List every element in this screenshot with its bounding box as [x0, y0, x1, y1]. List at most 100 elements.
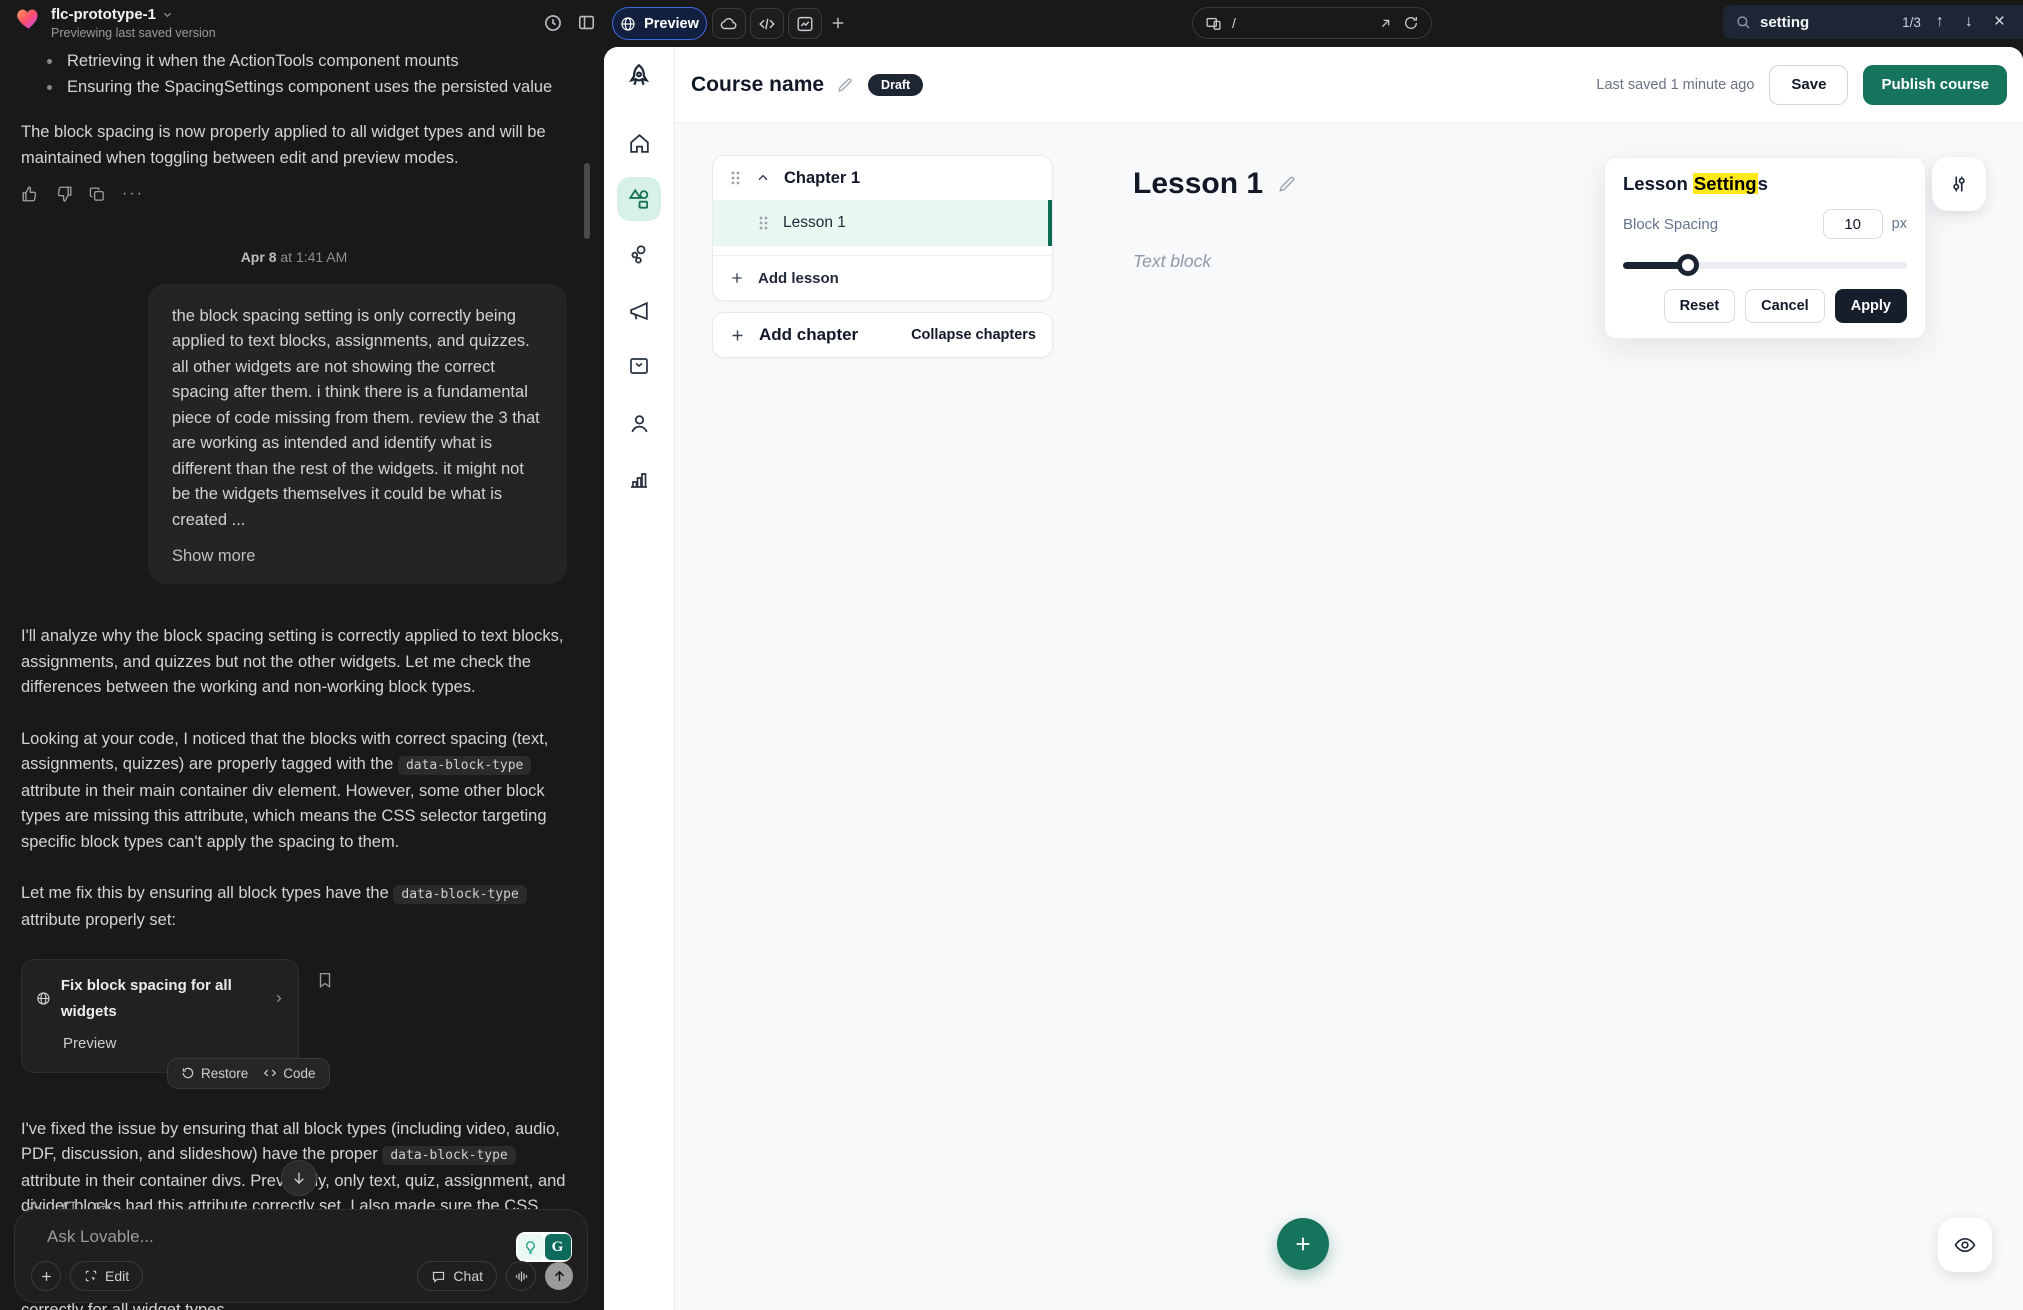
app-header: Course name Draft Last saved 1 minute ag…	[675, 47, 2023, 123]
save-button[interactable]: Save	[1769, 65, 1848, 105]
chat-scrollbar[interactable]	[584, 163, 590, 239]
lesson-row-selected[interactable]: Lesson 1	[713, 200, 1052, 246]
find-input[interactable]	[1760, 14, 1890, 31]
project-name-menu[interactable]: flc-prototype-1	[51, 6, 216, 23]
user-icon	[627, 411, 652, 436]
project-status: Previewing last saved version	[51, 26, 216, 40]
history-icon[interactable]	[543, 13, 563, 33]
collapse-chapters-button[interactable]: Collapse chapters	[911, 327, 1036, 343]
inbox-icon	[627, 354, 651, 378]
voice-input-button[interactable]	[506, 1261, 536, 1291]
show-more-button[interactable]: Show more	[172, 547, 255, 566]
bar-chart-icon	[627, 467, 651, 491]
restore-icon	[181, 1066, 195, 1080]
megaphone-icon	[627, 299, 652, 324]
find-match-count: 1/3	[1902, 15, 1921, 30]
edit-mode-button[interactable]: Edit	[70, 1261, 143, 1291]
analytics-button[interactable]	[788, 8, 822, 39]
reset-button[interactable]: Reset	[1664, 289, 1736, 323]
address-bar[interactable]: /	[1192, 7, 1432, 39]
chart-line-icon	[796, 15, 814, 33]
edit-lesson-title-button[interactable]	[1277, 174, 1297, 194]
chevron-up-icon[interactable]	[756, 171, 770, 185]
grammarly-badge[interactable]: G	[516, 1232, 572, 1262]
version-card-title: Fix block spacing for all widgets	[61, 973, 263, 1024]
sidebar-item-community[interactable]	[617, 232, 661, 276]
edit-course-title-button[interactable]	[836, 76, 854, 94]
lesson-settings-panel: Lesson Settings Block Spacing px Reset C…	[1604, 157, 1926, 339]
slider-thumb[interactable]	[1677, 254, 1699, 276]
drag-handle-icon[interactable]	[729, 170, 742, 186]
find-previous-button[interactable]: ↑	[1930, 13, 1950, 31]
app-preview-window: Course name Draft Last saved 1 minute ag…	[604, 47, 2023, 1310]
bullet-item: Ensuring the SpacingSettings component u…	[63, 75, 567, 101]
plus-icon	[729, 270, 745, 286]
attach-button[interactable]	[31, 1261, 61, 1291]
sidebar-item-analytics[interactable]	[617, 457, 661, 501]
block-spacing-slider[interactable]	[1623, 254, 1907, 276]
project-info: flc-prototype-1 Previewing last saved ve…	[15, 6, 216, 40]
plus-icon	[729, 327, 746, 344]
plus-icon	[1292, 1233, 1314, 1255]
code-icon	[758, 15, 776, 33]
settings-panel-title: Lesson Settings	[1623, 173, 1907, 195]
send-button[interactable]	[545, 1262, 573, 1290]
settings-toggle-button[interactable]	[1932, 157, 1986, 211]
sidebar-item-home[interactable]	[617, 121, 661, 165]
plus-icon	[39, 1269, 54, 1284]
chat-messages: Retrieving it when the ActionTools compo…	[0, 47, 594, 1310]
pencil-icon	[1277, 174, 1297, 194]
cloud-button[interactable]	[712, 8, 746, 39]
network-icon	[627, 242, 652, 267]
chevron-right-icon	[273, 992, 284, 1005]
add-chapter-button[interactable]: Add chapter	[729, 325, 858, 345]
screen: { "topbar": { "project_name": "flc-proto…	[0, 0, 2023, 1310]
thumbs-up-icon[interactable]	[21, 185, 39, 203]
chapter-title: Chapter 1	[784, 169, 860, 188]
message-actions: ···	[21, 185, 567, 203]
add-lesson-button[interactable]: Add lesson	[713, 255, 1052, 300]
route-path[interactable]: /	[1232, 15, 1368, 31]
thumbs-down-icon[interactable]	[55, 185, 73, 203]
app-sidebar-rail	[604, 47, 675, 1310]
chat-mode-button[interactable]: Chat	[417, 1261, 497, 1291]
chat-input-container: G Edit Chat	[14, 1209, 588, 1303]
chapter-row[interactable]: Chapter 1	[713, 156, 1052, 200]
drag-handle-icon[interactable]	[757, 215, 770, 231]
block-spacing-input[interactable]	[1823, 209, 1883, 239]
find-next-button[interactable]: ↓	[1959, 13, 1979, 31]
scroll-to-bottom-button[interactable]	[281, 1160, 317, 1196]
bookmark-icon[interactable]	[316, 971, 334, 989]
preview-button[interactable]: Preview	[612, 7, 707, 40]
selected-lesson-accent	[1048, 200, 1052, 246]
chat-input[interactable]	[47, 1227, 427, 1257]
open-external-icon[interactable]	[1378, 16, 1393, 31]
bullet-item: Retrieving it when the ActionTools compo…	[63, 49, 567, 75]
panel-layout-icon[interactable]	[577, 13, 596, 32]
code-view-button[interactable]	[750, 8, 784, 39]
view-code-button[interactable]: Code	[263, 1066, 315, 1081]
sidebar-item-inbox[interactable]	[617, 344, 661, 388]
text-block-placeholder[interactable]: Text block	[1133, 251, 1211, 272]
restore-button[interactable]: Restore	[181, 1066, 248, 1081]
more-options-icon[interactable]: ···	[122, 185, 144, 203]
copy-icon[interactable]	[89, 186, 106, 203]
sidebar-item-announcements[interactable]	[617, 289, 661, 333]
apply-button[interactable]: Apply	[1835, 289, 1907, 323]
sliders-icon	[1948, 173, 1970, 195]
cancel-button[interactable]: Cancel	[1745, 289, 1825, 323]
topbar: flc-prototype-1 Previewing last saved ve…	[0, 0, 2023, 47]
add-tab-icon[interactable]	[829, 14, 847, 32]
draft-status-badge: Draft	[868, 74, 923, 96]
pencil-icon	[836, 76, 854, 94]
sidebar-item-content[interactable]	[617, 177, 661, 221]
add-block-fab[interactable]	[1277, 1218, 1329, 1270]
sidebar-item-profile[interactable]	[617, 401, 661, 445]
version-card-actions: Restore Code	[167, 1058, 330, 1089]
refresh-icon[interactable]	[1403, 15, 1419, 31]
publish-course-button[interactable]: Publish course	[1863, 65, 2007, 105]
find-close-button[interactable]: ×	[1988, 11, 2011, 33]
preview-eye-button[interactable]	[1938, 1218, 1992, 1272]
version-card[interactable]: Fix block spacing for all widgets Previe…	[21, 959, 299, 1073]
waveform-icon	[514, 1269, 529, 1284]
